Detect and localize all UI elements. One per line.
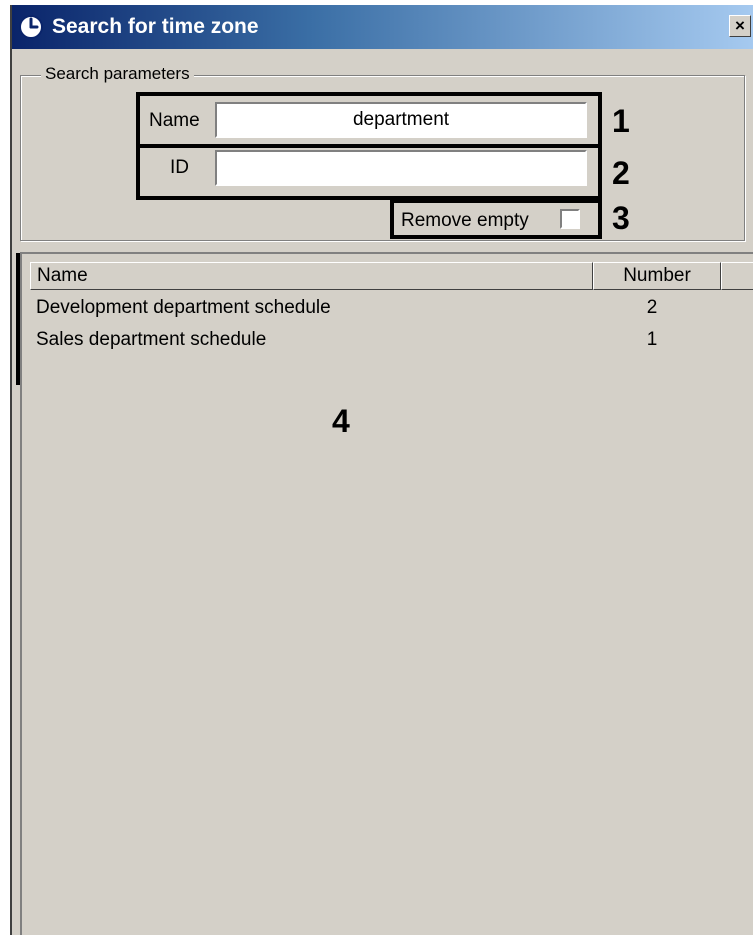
clock-icon <box>19 15 43 39</box>
close-button[interactable]: × <box>729 15 751 37</box>
callout-number-4: 4 <box>332 403 350 439</box>
column-header-number[interactable]: Number <box>593 262 721 290</box>
table-row[interactable]: Sales department schedule 1 <box>22 326 722 356</box>
column-header-name[interactable]: Name <box>30 262 593 290</box>
list-header: Name Number <box>22 262 753 290</box>
search-time-zone-window: Search for time zone × Search parameters… <box>10 5 753 935</box>
callout-number-1: 1 <box>612 103 630 139</box>
title-bar[interactable]: Search for time zone × <box>12 5 753 49</box>
close-icon: × <box>735 16 745 35</box>
callout-number-2: 2 <box>612 155 630 191</box>
row-name-cell: Development department schedule <box>36 297 331 318</box>
callout-box-1 <box>136 92 602 148</box>
row-number-cell: 2 <box>646 297 658 318</box>
search-parameters-legend: Search parameters <box>41 64 194 84</box>
callout-box-2 <box>136 144 602 200</box>
table-row[interactable]: Development department schedule 2 <box>22 294 722 324</box>
results-list[interactable]: Name Number Development department sched… <box>20 252 753 935</box>
callout-number-3: 3 <box>612 200 630 236</box>
window-title: Search for time zone <box>52 15 259 38</box>
row-name-cell: Sales department schedule <box>36 329 267 350</box>
row-number-cell: 1 <box>646 329 658 350</box>
column-header-filler <box>721 262 753 290</box>
callout-box-3 <box>390 199 602 239</box>
